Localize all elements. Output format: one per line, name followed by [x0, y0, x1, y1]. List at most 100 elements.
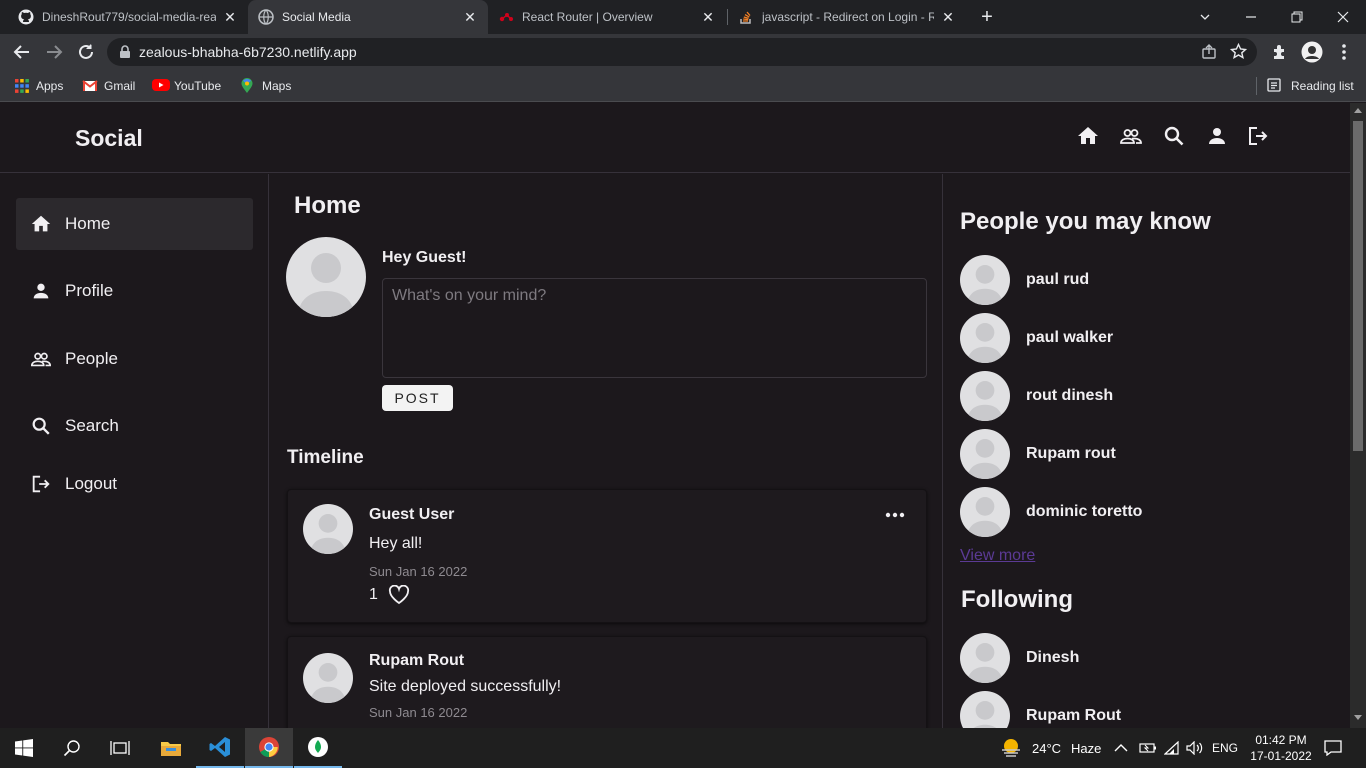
tab-strip: DineshRout779/social-media-rea ✕ Social … — [0, 0, 1366, 34]
tab-social-media[interactable]: Social Media ✕ — [248, 0, 488, 34]
people-icon — [30, 348, 52, 370]
vscode-icon[interactable] — [196, 728, 244, 768]
post-author[interactable]: Guest User — [369, 506, 454, 524]
youtube-icon — [152, 78, 170, 94]
home-icon[interactable] — [1076, 124, 1100, 148]
weather-widget[interactable]: 24°C Haze — [1000, 728, 1101, 768]
following-person[interactable]: Rupam Rout — [960, 690, 1121, 728]
close-icon[interactable]: ✕ — [222, 9, 238, 25]
show-hidden-icons-icon[interactable] — [1114, 728, 1128, 768]
address-bar[interactable]: zealous-bhabha-6b7230.netlify.app — [107, 38, 1257, 66]
page-scrollbar[interactable] — [1350, 103, 1366, 728]
post-button[interactable]: POST — [382, 385, 453, 411]
notifications-icon[interactable] — [1324, 728, 1342, 768]
bookmark-label: Apps — [36, 79, 64, 93]
clock[interactable]: 01:42 PM 17-01-2022 — [1248, 728, 1314, 768]
timeline-post: Guest User Hey all! Sun Jan 16 2022 1 — [287, 489, 927, 623]
search-icon[interactable] — [48, 728, 96, 768]
new-tab-button[interactable]: + — [976, 6, 998, 28]
tab-stackoverflow[interactable]: javascript - Redirect on Login - R ✕ — [728, 0, 966, 34]
scroll-down-icon[interactable] — [1354, 715, 1362, 720]
profile-avatar-icon[interactable] — [1300, 40, 1324, 64]
scrollbar-thumb[interactable] — [1353, 121, 1363, 451]
sidebar-item-logout[interactable]: Logout — [16, 458, 253, 510]
minimize-button[interactable] — [1228, 0, 1274, 34]
chrome-menu-icon[interactable] — [1332, 40, 1356, 64]
social-app: Social Home Profile People Search Logout… — [0, 103, 1350, 728]
heart-icon[interactable] — [388, 585, 410, 605]
avatar[interactable] — [303, 504, 353, 554]
file-explorer-icon[interactable] — [147, 728, 195, 768]
share-icon[interactable] — [1201, 44, 1217, 60]
bookmark-label: Maps — [262, 79, 292, 93]
view-more-link[interactable]: View more — [960, 547, 1035, 565]
chrome-icon[interactable] — [245, 728, 293, 768]
reading-list-button[interactable]: Reading list — [1267, 77, 1354, 95]
clock-date: 17-01-2022 — [1250, 749, 1312, 763]
mongodb-compass-icon[interactable] — [294, 728, 342, 768]
stackoverflow-icon — [738, 9, 754, 25]
wifi-icon[interactable] — [1164, 728, 1180, 768]
volume-icon[interactable] — [1186, 728, 1204, 768]
close-icon[interactable]: ✕ — [462, 9, 478, 25]
bookmark-gmail[interactable]: Gmail — [82, 77, 135, 95]
avatar — [960, 313, 1010, 363]
post-date: Sun Jan 16 2022 — [369, 705, 468, 720]
brand-logo[interactable]: Social — [75, 125, 143, 152]
person-name: paul rud — [1026, 271, 1090, 288]
reading-list-icon — [1267, 78, 1283, 94]
tab-react-router[interactable]: React Router | Overview ✕ — [488, 0, 726, 34]
scroll-up-icon[interactable] — [1354, 108, 1362, 113]
haze-weather-icon — [1000, 737, 1022, 759]
bookmark-maps[interactable]: Maps — [240, 77, 291, 95]
app-header: Social — [0, 103, 1350, 173]
avatar — [960, 371, 1010, 421]
avatar[interactable] — [303, 653, 353, 703]
main-feed: Home Hey Guest! What's on your mind? POS… — [270, 174, 943, 728]
restore-button[interactable] — [1274, 0, 1320, 34]
battery-icon[interactable] — [1139, 728, 1157, 768]
task-view-icon[interactable] — [96, 728, 144, 768]
home-icon — [30, 213, 52, 235]
post-date: Sun Jan 16 2022 — [369, 564, 468, 579]
windows-start-icon[interactable] — [0, 728, 48, 768]
following-person[interactable]: Dinesh — [960, 632, 1079, 684]
language-indicator[interactable]: ENG — [1212, 728, 1238, 768]
lock-icon — [119, 45, 131, 59]
tab-github[interactable]: DineshRout779/social-media-rea ✕ — [8, 0, 248, 34]
post-composer-input[interactable]: What's on your mind? — [382, 278, 927, 378]
sidebar-item-profile[interactable]: Profile — [16, 265, 253, 317]
sidebar-item-search[interactable]: Search — [16, 400, 253, 452]
github-icon — [18, 9, 34, 25]
reload-icon[interactable] — [74, 40, 98, 64]
bookmark-apps[interactable]: Apps — [14, 77, 63, 95]
more-options-icon[interactable] — [884, 504, 906, 526]
search-icon[interactable] — [1162, 124, 1186, 148]
person-icon[interactable] — [1205, 124, 1229, 148]
avatar[interactable] — [286, 237, 366, 317]
back-icon[interactable] — [10, 40, 34, 64]
bookmark-youtube[interactable]: YouTube — [152, 77, 221, 95]
post-author[interactable]: Rupam Rout — [369, 652, 464, 670]
suggested-person[interactable]: Rupam rout — [960, 428, 1116, 480]
sidebar: Home Profile People Search Logout — [0, 174, 269, 728]
sidebar-item-label: Logout — [65, 474, 117, 493]
extensions-icon[interactable] — [1268, 40, 1292, 64]
people-icon[interactable] — [1119, 124, 1143, 148]
close-icon[interactable]: ✕ — [700, 9, 716, 25]
weather-desc: Haze — [1071, 740, 1102, 756]
close-window-button[interactable] — [1320, 0, 1366, 34]
sidebar-item-people[interactable]: People — [16, 333, 253, 385]
suggested-person[interactable]: dominic toretto — [960, 486, 1142, 538]
windows-taskbar: 24°C Haze ENG 01:42 PM 17-01-2022 — [0, 728, 1366, 768]
suggested-person[interactable]: paul walker — [960, 312, 1113, 364]
post-text: Hey all! — [369, 535, 423, 552]
forward-icon[interactable] — [42, 40, 66, 64]
star-icon[interactable] — [1230, 43, 1247, 60]
logout-icon[interactable] — [1246, 124, 1270, 148]
close-icon[interactable]: ✕ — [940, 9, 956, 25]
sidebar-item-home[interactable]: Home — [16, 198, 253, 250]
suggested-person[interactable]: paul rud — [960, 254, 1089, 306]
tab-search-icon[interactable] — [1182, 0, 1228, 34]
suggested-person[interactable]: rout dinesh — [960, 370, 1113, 422]
